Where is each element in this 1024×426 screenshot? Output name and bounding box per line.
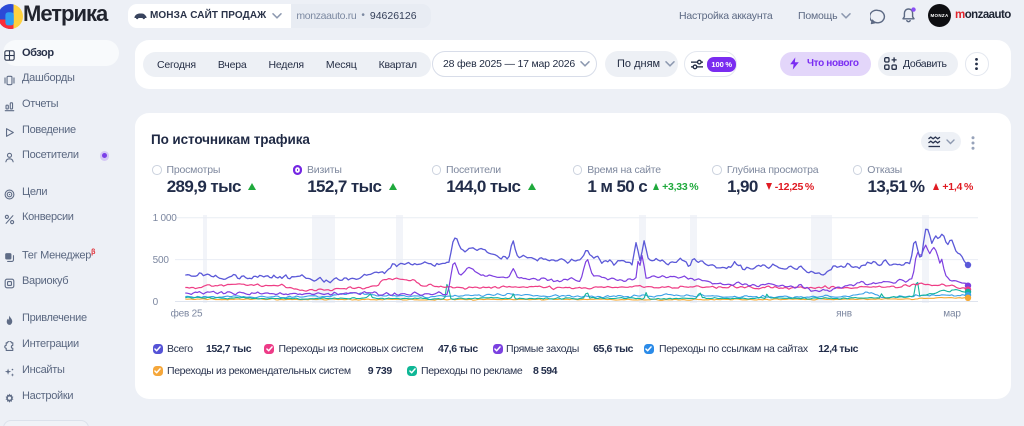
svg-text:0: 0 [153, 297, 159, 308]
svg-text:янв: янв [836, 309, 852, 320]
svg-text:1 000: 1 000 [153, 213, 178, 224]
svg-text:фев 25: фев 25 [171, 308, 203, 320]
svg-text:мар: мар [943, 309, 961, 320]
svg-text:500: 500 [153, 255, 170, 266]
